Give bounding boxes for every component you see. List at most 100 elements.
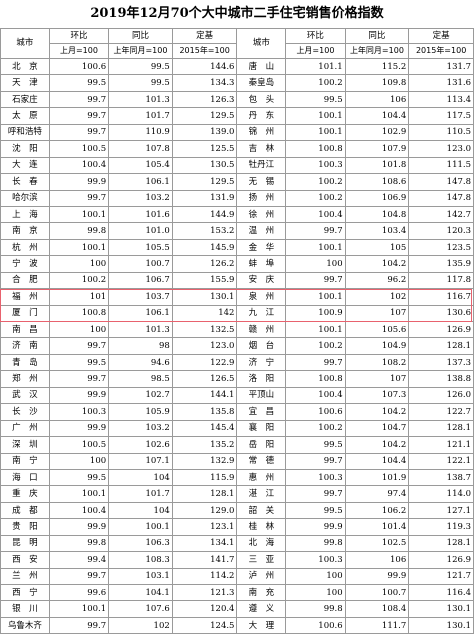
mom-cell: 99.7 (285, 452, 346, 470)
yoy-cell: 104.2 (344, 255, 410, 273)
yoy-cell: 106 (344, 90, 410, 109)
yoy-cell: 103.1 (108, 567, 173, 586)
mom-cell: 99.5 (285, 436, 346, 454)
city-cell: 济 宁 (236, 353, 287, 372)
yoy-cell: 98.5 (108, 370, 173, 388)
city-cell: 平顶山 (236, 386, 287, 405)
header-mom-sub-right: 上月=100 (285, 43, 346, 59)
table-row: 北 京 100.6 99.5 144.6 唐 山 101.1 115.2 131.7 (0, 57, 474, 76)
yoy-cell: 97.4 (344, 485, 410, 503)
mom-cell: 99.5 (48, 468, 110, 487)
yoy-cell: 109.8 (344, 74, 410, 92)
mom-cell: 99.7 (48, 616, 110, 634)
city-cell: 哈尔滨 (0, 189, 50, 207)
base-cell: 122.9 (171, 353, 238, 372)
yoy-cell: 105.5 (108, 238, 173, 257)
city-cell: 成 都 (0, 501, 50, 520)
city-cell: 呼和浩特 (0, 123, 50, 142)
base-cell: 123.0 (171, 337, 238, 355)
header-fixed-left: 定基 (171, 28, 238, 44)
base-cell: 110.5 (408, 123, 474, 142)
table-row: 贵 阳 99.9 100.1 123.1 桂 林 99.9 101.4 119.3 (0, 518, 474, 536)
base-cell: 138.8 (408, 370, 474, 388)
city-cell: 乌鲁木齐 (0, 616, 50, 634)
table-row: 太 原 99.7 101.7 129.5 丹 东 100.1 104.4 117.5 (0, 107, 474, 125)
table-row: 西 宁 99.6 104.1 121.3 南 充 100 100.7 116.4 (0, 583, 474, 602)
mom-cell: 100.8 (48, 304, 110, 323)
city-cell: 合 肥 (0, 271, 50, 290)
mom-cell: 100.2 (285, 419, 346, 438)
yoy-cell: 102.6 (108, 436, 173, 454)
city-cell: 南 宁 (0, 452, 50, 470)
mom-cell: 99.7 (48, 90, 110, 109)
mom-cell: 100.2 (285, 337, 346, 355)
mom-cell: 100.1 (48, 205, 110, 224)
base-cell: 131.6 (408, 74, 474, 92)
yoy-cell: 108.6 (344, 173, 410, 191)
yoy-cell: 103.2 (108, 419, 173, 438)
header-row-1: 城市 环比 同比 定基 城市 环比 同比 定基 (0, 28, 474, 59)
base-cell: 114.2 (171, 567, 238, 586)
yoy-cell: 107 (344, 304, 410, 323)
city-cell: 武 汉 (0, 386, 50, 405)
city-cell: 扬 州 (236, 189, 287, 207)
yoy-cell: 101.9 (344, 468, 410, 487)
mom-cell: 99.7 (285, 222, 346, 240)
table-row: 石家庄 99.7 101.3 126.3 包 头 99.5 106 113.4 (0, 90, 474, 109)
mom-cell: 100.1 (285, 238, 346, 257)
city-cell: 三 亚 (236, 551, 287, 569)
yoy-cell: 103.7 (108, 288, 173, 306)
base-cell: 129.5 (171, 107, 238, 125)
mom-cell: 100.2 (285, 173, 346, 191)
base-cell: 126.0 (408, 386, 474, 405)
header-mom-sub-left: 上月=100 (48, 43, 110, 59)
base-cell: 120.3 (408, 222, 474, 240)
base-cell: 127.1 (408, 501, 474, 520)
base-cell: 119.3 (408, 518, 474, 536)
table-row: 乌鲁木齐 99.7 102 124.5 大 理 100.6 111.7 130.1 (0, 616, 474, 634)
yoy-cell: 102.7 (108, 386, 173, 405)
yoy-cell: 104.2 (344, 403, 410, 421)
mom-cell: 99.8 (48, 534, 110, 553)
yoy-cell: 107.6 (108, 600, 173, 618)
header-city-left: 城市 (0, 28, 50, 59)
base-cell: 126.3 (171, 90, 238, 109)
mom-cell: 99.7 (285, 485, 346, 503)
table-row: 合 肥 100.2 106.7 155.9 安 庆 99.7 96.2 117.8 (0, 271, 474, 290)
table-row: 南 京 99.8 101.0 153.2 温 州 99.7 103.4 120.3 (0, 222, 474, 240)
mom-cell: 99.8 (285, 534, 346, 553)
mom-cell: 100.4 (285, 205, 346, 224)
table-row: 成 都 100.4 104 129.0 韶 关 99.5 106.2 127.1 (0, 501, 474, 520)
mom-cell: 99.8 (285, 600, 346, 618)
city-cell: 包 头 (236, 90, 287, 109)
mom-cell: 99.7 (48, 189, 110, 207)
city-cell: 遵 义 (236, 600, 287, 618)
base-cell: 126.2 (171, 255, 238, 273)
base-cell: 116.4 (408, 583, 474, 602)
table-row: 呼和浩特 99.7 110.9 139.0 锦 州 100.1 102.9 110.5 (0, 123, 474, 142)
base-cell: 122.7 (408, 403, 474, 421)
yoy-cell: 101.7 (108, 107, 173, 125)
city-cell: 大 理 (236, 616, 287, 634)
yoy-cell: 108.3 (108, 551, 173, 569)
yoy-cell: 106 (344, 551, 410, 569)
base-cell: 145.4 (171, 419, 238, 438)
base-cell: 147.8 (408, 173, 474, 191)
header-mom-right: 环比 (285, 28, 346, 44)
yoy-cell: 102.5 (344, 534, 410, 553)
yoy-cell: 107.1 (108, 452, 173, 470)
base-cell: 124.5 (171, 616, 238, 634)
yoy-cell: 104.1 (108, 583, 173, 602)
city-cell: 北 京 (0, 57, 50, 76)
mom-cell: 99.7 (48, 370, 110, 388)
mom-cell: 99.5 (285, 90, 346, 109)
yoy-cell: 99.5 (108, 57, 173, 76)
mom-cell: 101 (48, 288, 110, 306)
base-cell: 142 (171, 304, 238, 323)
base-cell: 130.6 (408, 304, 474, 323)
mom-cell: 99.4 (48, 551, 110, 569)
city-cell: 蚌 埠 (236, 255, 287, 273)
yoy-cell: 104.9 (344, 337, 410, 355)
base-cell: 130.5 (171, 156, 238, 175)
base-cell: 134.3 (171, 74, 238, 92)
